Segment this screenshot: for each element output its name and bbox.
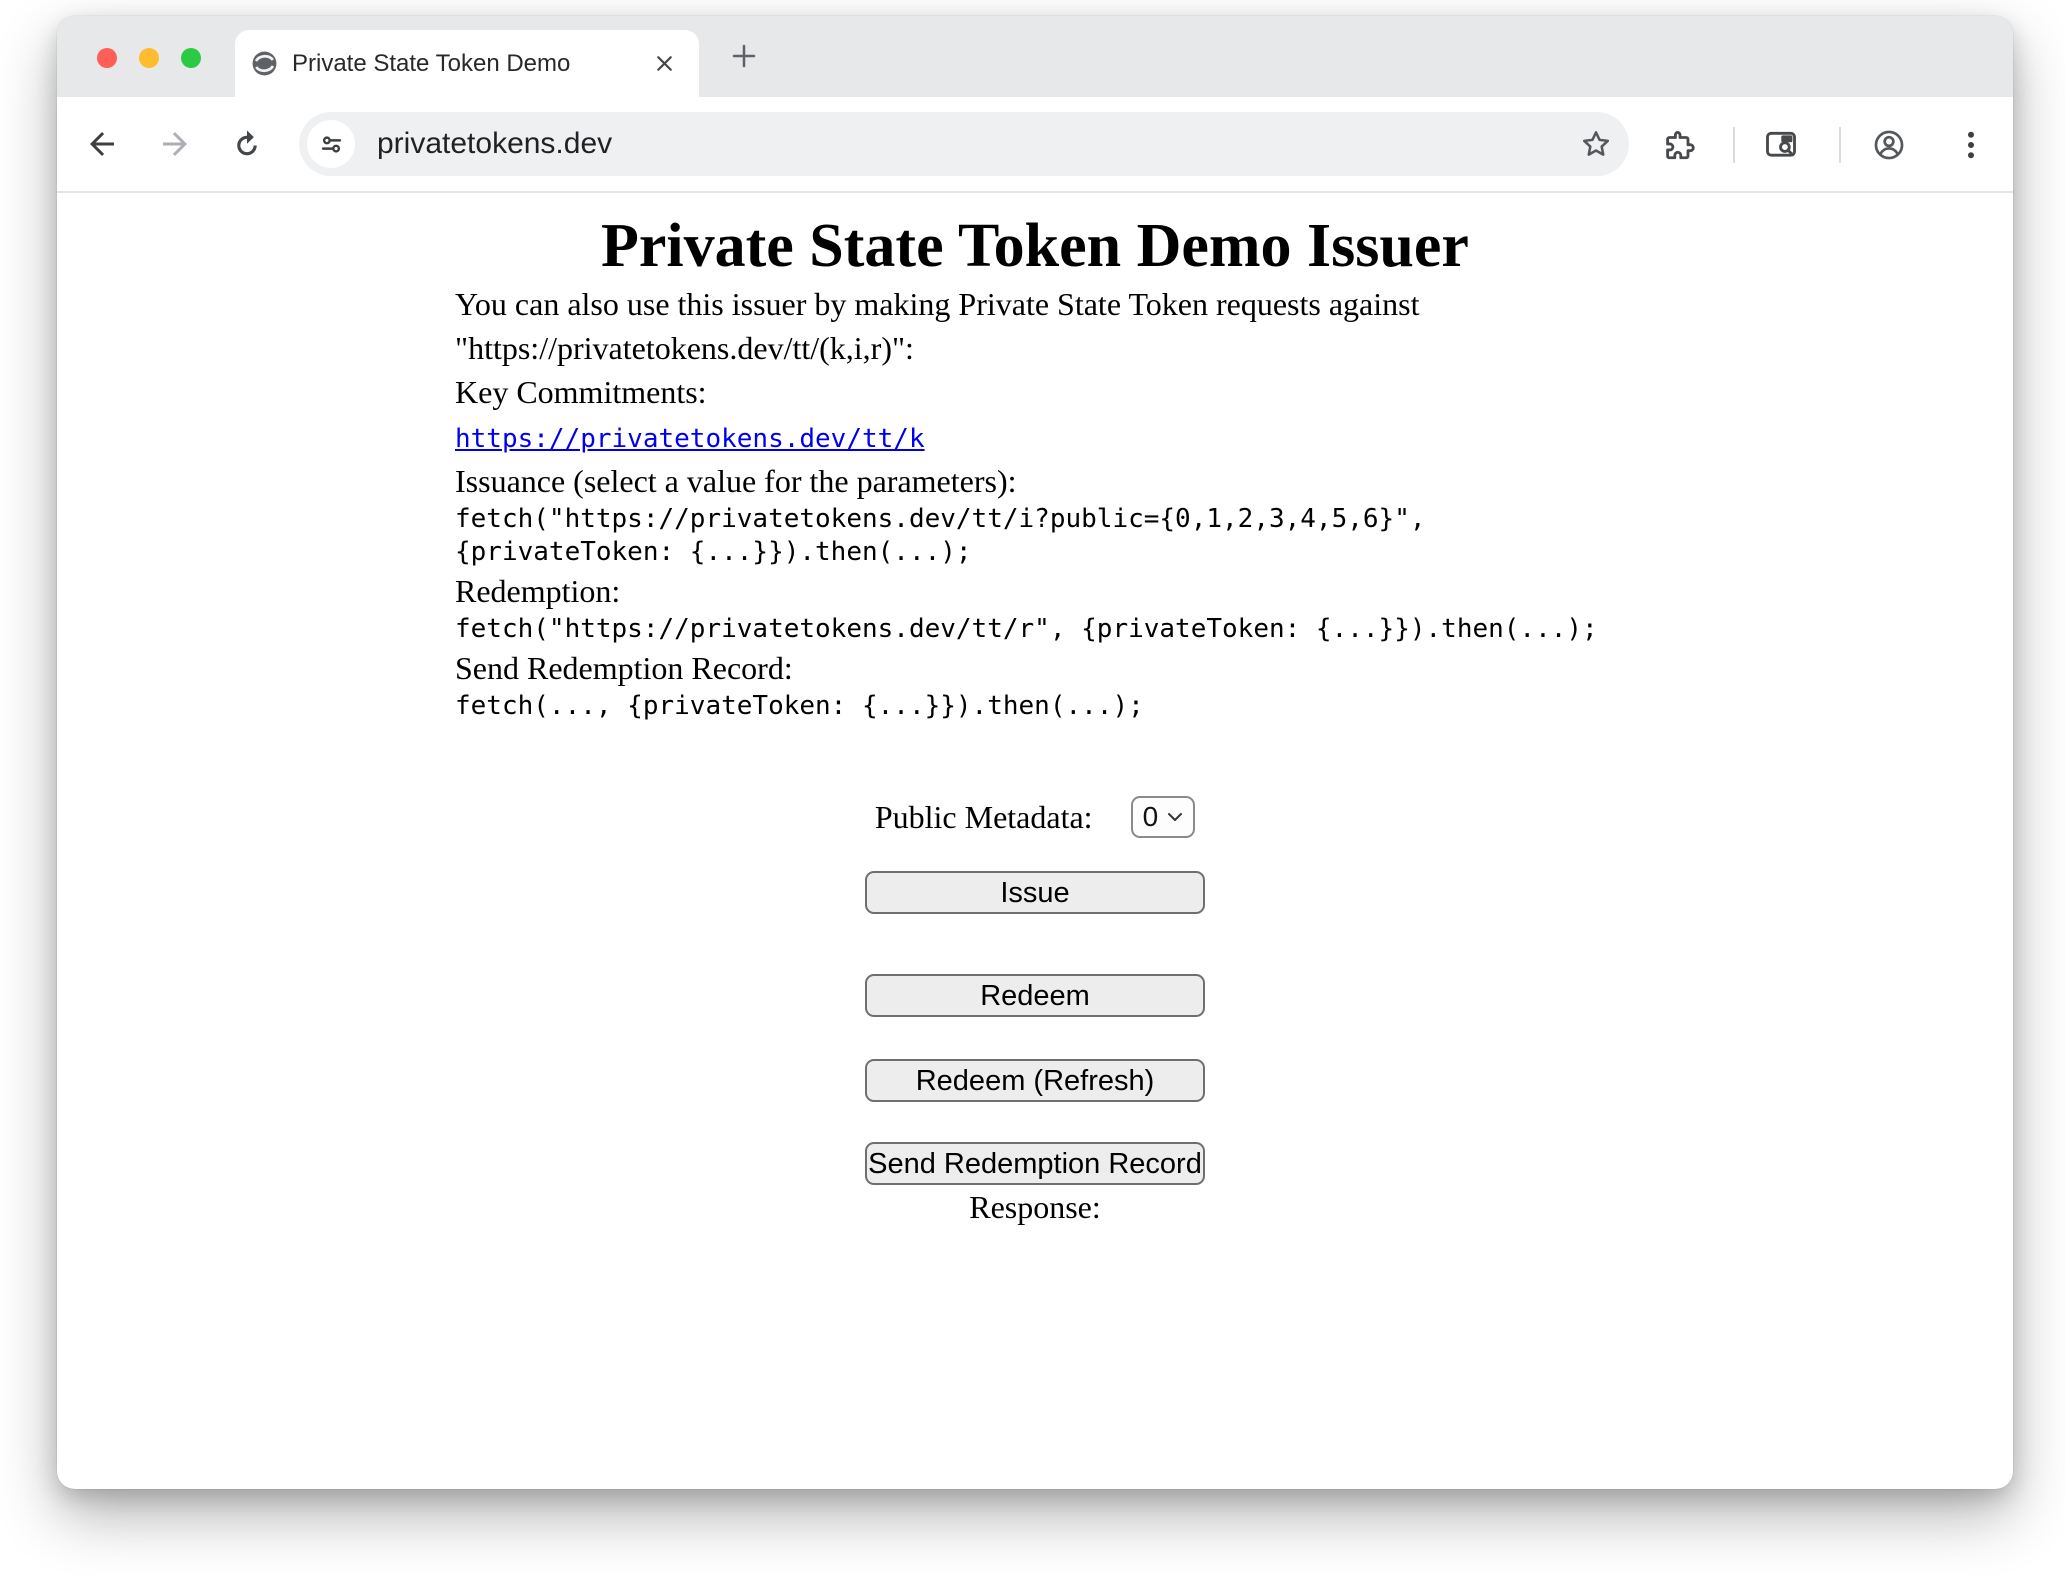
new-tab-button[interactable] xyxy=(721,33,767,79)
key-commitments-label: Key Commitments: xyxy=(455,374,707,410)
issuance-label: Issuance (select a value for the paramet… xyxy=(455,463,1016,499)
back-icon[interactable] xyxy=(84,126,120,162)
browser-tab[interactable]: Private State Token Demo xyxy=(235,30,699,97)
redemption-code: fetch("https://privatetokens.dev/tt/r", … xyxy=(455,613,1615,646)
public-metadata-label: Public Metadata: xyxy=(875,795,1093,839)
issuance-code-line2: {privateToken: {...}}).then(...); xyxy=(455,536,1615,569)
issuance-code-line1: fetch("https://privatetokens.dev/tt/i?pu… xyxy=(455,503,1615,536)
close-window-button[interactable] xyxy=(97,48,117,68)
url-text[interactable]: privatetokens.dev xyxy=(377,127,1577,161)
redemption-section: Redemption: fetch("https://privatetokens… xyxy=(455,569,1615,646)
forward-icon[interactable] xyxy=(157,126,193,162)
intro-paragraph: You can also use this issuer by making P… xyxy=(455,282,1615,370)
key-commitments-section: Key Commitments: https://privatetokens.d… xyxy=(455,370,1615,459)
chevron-down-icon xyxy=(1167,812,1183,822)
reload-icon[interactable] xyxy=(229,126,265,162)
tab-favicon-icon xyxy=(251,50,278,77)
traffic-lights xyxy=(97,48,201,68)
redeem-refresh-button[interactable]: Redeem (Refresh) xyxy=(865,1059,1205,1102)
minimize-window-button[interactable] xyxy=(139,48,159,68)
redeem-button[interactable]: Redeem xyxy=(865,974,1205,1017)
tab-close-icon[interactable] xyxy=(645,45,683,83)
tab-title: Private State Token Demo xyxy=(292,50,645,78)
issue-button[interactable]: Issue xyxy=(865,871,1205,914)
toolbar-divider xyxy=(1839,127,1841,163)
browser-window: Private State Token Demo xyxy=(57,16,2013,1489)
address-bar[interactable]: privatetokens.dev xyxy=(299,112,1629,176)
public-metadata-row: Public Metadata: 0 xyxy=(455,795,1615,839)
site-settings-icon[interactable] xyxy=(307,120,355,168)
extensions-icon[interactable] xyxy=(1661,127,1697,163)
public-metadata-select[interactable]: 0 xyxy=(1131,796,1196,838)
issuance-section: Issuance (select a value for the paramet… xyxy=(455,459,1615,569)
send-redemption-record-button[interactable]: Send Redemption Record xyxy=(865,1142,1205,1185)
tab-strip: Private State Token Demo xyxy=(57,16,2013,97)
send-redemption-record-label: Send Redemption Record: xyxy=(455,650,793,686)
maximize-window-button[interactable] xyxy=(181,48,201,68)
menu-dots-icon[interactable] xyxy=(1953,127,1989,163)
response-label: Response: xyxy=(455,1185,1615,1229)
send-redemption-record-code: fetch(..., {privateToken: {...}}).then(.… xyxy=(455,690,1615,723)
bookmark-star-icon[interactable] xyxy=(1577,125,1615,163)
page-content: Private State Token Demo Issuer You can … xyxy=(57,193,2013,1487)
side-panel-search-icon[interactable] xyxy=(1763,127,1799,163)
redemption-label: Redemption: xyxy=(455,573,620,609)
send-redemption-record-section: Send Redemption Record: fetch(..., {priv… xyxy=(455,646,1615,723)
toolbar-divider xyxy=(1733,127,1735,163)
key-commitments-link[interactable]: https://privatetokens.dev/tt/k xyxy=(455,424,925,454)
profile-icon[interactable] xyxy=(1871,127,1907,163)
page-title: Private State Token Demo Issuer xyxy=(57,211,2013,282)
public-metadata-value: 0 xyxy=(1143,795,1159,839)
browser-toolbar: privatetokens.dev xyxy=(57,97,2013,193)
